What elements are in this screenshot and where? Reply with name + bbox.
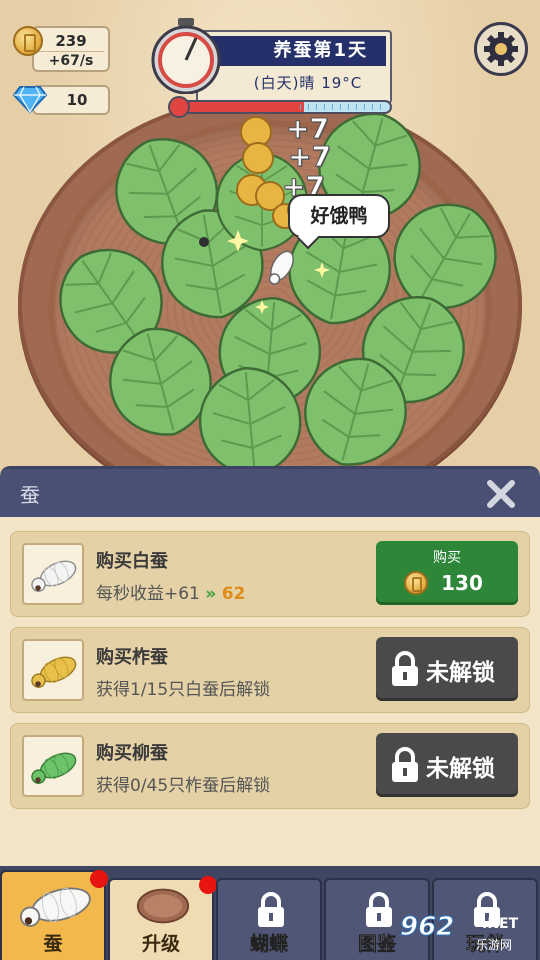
watermark-sub: 乐游网 [476,938,513,952]
buy-label: 购买 [433,550,461,566]
coin-icon [13,26,43,56]
coin-counter: 239 +67/s [32,26,110,72]
income-current: 每秒收益+61 [96,584,200,604]
silkworm-tab-icon [20,887,91,927]
buy-price: 130 [441,571,483,595]
lock-icon [366,892,392,927]
item-name: 购买柳蚕 [96,743,168,764]
notification-dot [90,870,108,888]
shop-row-tussah-silkworm: 购买柞蚕 获得1/15只白蚕后解锁 未解锁 [10,627,530,713]
yellow-silkworm-icon [22,639,84,701]
game-area[interactable]: 239 +67/s 10 养蚕第1天 (白天)晴 19°C +7 +7 +7 好… [0,0,540,470]
buy-button[interactable]: 购买 130 [376,541,518,605]
shop-row-willow-silkworm: 购买柳蚕 获得0/45只柞蚕后解锁 未解锁 [10,723,530,809]
panel-title: 蚕 [20,483,40,507]
item-name: 购买白蚕 [96,551,168,572]
locked-button[interactable]: 未解锁 [376,733,518,797]
gear-icon [484,32,518,66]
tab-label: 蝴蝶 [249,933,289,956]
watermark-main: 962 [399,912,455,943]
speech-bubble: 好饿鸭 [288,194,390,238]
panel-header: 蚕 [0,469,540,517]
unlock-requirement: 获得1/15只白蚕后解锁 [96,680,271,700]
day-title: 养蚕第1天 [206,36,386,66]
item-desc: 每秒收益+61 » 62 [96,579,245,604]
white-silkworm-icon [22,543,84,605]
diamond-total: 10 [66,91,88,109]
tab-silkworm[interactable]: 蚕 [0,870,106,960]
lock-icon [392,747,418,782]
tab-label: 升级 [141,933,180,955]
tab-butterfly[interactable]: 蝴蝶 [216,878,322,960]
tab-upgrade[interactable]: 升级 [108,878,214,960]
unlock-requirement: 获得0/45只柞蚕后解锁 [96,776,271,796]
locked-label: 未解锁 [426,660,495,686]
item-name: 购买柞蚕 [96,647,168,668]
thermometer-bulb [168,96,190,118]
tray-tab-icon [136,888,190,924]
day-weather-panel: 养蚕第1天 (白天)晴 19°C [196,30,392,104]
notification-dot [199,876,217,894]
watermark-net: .NET [482,916,519,932]
shop-row-white-silkworm: 购买白蚕 每秒收益+61 » 62 购买 130 [10,531,530,617]
temperature-bar [172,100,392,114]
settings-button[interactable] [474,22,528,76]
locked-button[interactable]: 未解锁 [376,637,518,701]
coin-total: 239 [55,32,87,50]
income-next: 62 [221,584,246,604]
coin-icon [404,571,428,595]
temperature-ticks [300,104,386,110]
close-icon[interactable] [484,477,518,511]
upgrade-arrow-icon: » [205,584,217,604]
lock-icon [392,651,418,686]
income-floater: +7 [288,140,332,174]
green-silkworm-icon [22,735,84,797]
stopwatch-icon [151,18,221,94]
temperature-fill [174,102,304,112]
shop-panel: 蚕 购买白蚕 每秒收益+61 » 62 购买 130 购买柞蚕 获得1/15只白… [0,466,540,876]
lock-icon [258,892,284,927]
weather-readout: (白天)晴 19°C [253,74,363,92]
coin-rate: +67/s [38,51,104,70]
diamond-icon [12,86,48,114]
locked-label: 未解锁 [426,756,495,782]
tab-label: 蚕 [43,933,63,955]
site-watermark: 962 .NET 乐游网 [396,910,536,958]
